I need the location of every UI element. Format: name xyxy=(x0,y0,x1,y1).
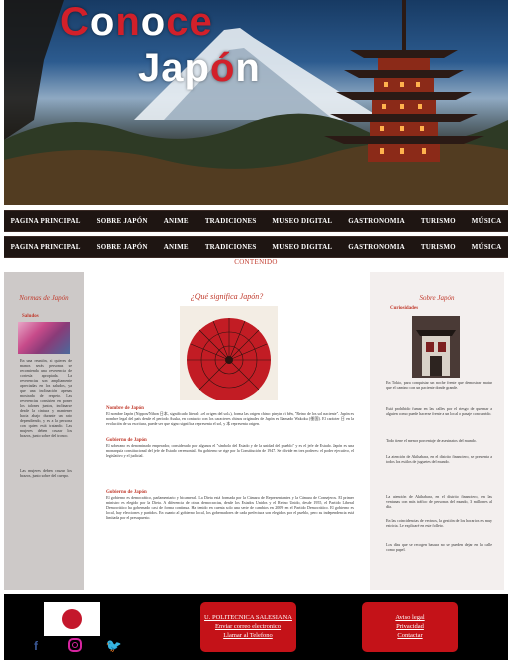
section-heading: CONTENIDO xyxy=(234,258,278,266)
nav2-item-about[interactable]: SOBRE JAPÓN xyxy=(89,243,156,251)
contact-box: U. POLITECNICA SALESIANA Enviar correo e… xyxy=(200,602,296,652)
main-nav: PAGINA PRINCIPAL SOBRE JAPÓN ANIME TRADI… xyxy=(4,210,508,232)
nav-item-home[interactable]: PAGINA PRINCIPAL xyxy=(3,217,89,225)
left-sidebar-text-2: Las mujeres deben cruzar los brazos, jun… xyxy=(20,468,72,478)
umbrella-illustration xyxy=(180,306,278,400)
instagram-lens xyxy=(72,642,78,648)
nav-item-anime[interactable]: ANIME xyxy=(156,217,197,225)
main-content: ¿Qué significa Japón? Nombre de Japón El… xyxy=(88,272,366,590)
nav2-item-tourism[interactable]: TURISMO xyxy=(413,243,464,251)
instagram-icon[interactable] xyxy=(68,638,82,652)
nav-item-about[interactable]: SOBRE JAPÓN xyxy=(89,217,156,225)
phone-link[interactable]: Llamar al Telefono xyxy=(223,632,273,640)
right-sidebar-subtitle: Curiosidades xyxy=(390,306,419,311)
section-paragraph-government-2: El gobierno es democrático, parlamentari… xyxy=(106,495,354,520)
nav-item-gastronomy[interactable]: GASTRONOMIA xyxy=(340,217,413,225)
right-sidebar-title: Sobre Japón xyxy=(419,294,455,302)
ups-link[interactable]: U. POLITECNICA SALESIANA xyxy=(204,614,292,622)
right-fact-4: La atención de Akihabara, en el distrito… xyxy=(386,454,492,464)
japan-flag xyxy=(44,602,100,636)
nav2-item-traditions[interactable]: TRADICIONES xyxy=(197,243,265,251)
left-sidebar-text: En una reunión, si quieres de manos será… xyxy=(20,358,72,438)
nav2-item-anime[interactable]: ANIME xyxy=(156,243,197,251)
right-sidebar: Sobre Japón Curiosidades En Tokio, para … xyxy=(370,272,504,590)
shrine-image xyxy=(412,316,460,378)
section-paragraph-name: El nombre Japón (Nippon/Nihon 日本, signif… xyxy=(106,411,354,426)
main-title: ¿Qué significa Japón? xyxy=(190,292,264,301)
facebook-icon[interactable]: f xyxy=(28,638,44,654)
contact-link[interactable]: Contactar xyxy=(397,632,422,640)
right-fact-3: Todo tiene el menor porcentaje de asesin… xyxy=(386,438,477,443)
email-link[interactable]: Enviar correo electronico xyxy=(215,623,281,631)
nav-item-museum[interactable]: MUSEO DIGITAL xyxy=(264,217,340,225)
right-fact-6: En las coincidencias de vecinos, la gest… xyxy=(386,518,492,528)
legal-link[interactable]: Aviso legal xyxy=(395,614,424,622)
hero-title-line2: Japón xyxy=(138,46,261,90)
shrine-illustration xyxy=(412,316,460,378)
nav-item-traditions[interactable]: TRADICIONES xyxy=(197,217,265,225)
twitter-icon[interactable]: 🐦 xyxy=(106,638,122,654)
left-sidebar-title: Normas de Japón xyxy=(19,294,69,302)
section-japan-name: Nombre de Japón El nombre Japón (Nippon/… xyxy=(106,406,354,426)
right-fact-7: Los días que se recogen basura no se pue… xyxy=(386,542,492,552)
legal-box: Aviso legal Privacidad Contactar xyxy=(362,602,458,652)
right-fact-1: En Tokio, para conquistar un noche frent… xyxy=(386,380,492,390)
section-government-2: Gobierno de Japón El gobierno es democrá… xyxy=(106,490,354,520)
section-government-1: Gobierno de Japón El soberano es denomin… xyxy=(106,438,354,458)
secondary-nav: PAGINA PRINCIPAL SOBRE JAPÓN ANIME TRADI… xyxy=(4,236,508,258)
nav2-item-home[interactable]: PAGINA PRINCIPAL xyxy=(3,243,89,251)
left-sidebar-subtitle: Saludos xyxy=(22,314,39,319)
privacy-link[interactable]: Privacidad xyxy=(396,623,424,631)
nav-item-music[interactable]: MÚSICA xyxy=(464,217,510,225)
nav2-item-music[interactable]: MÚSICA xyxy=(464,243,510,251)
section-paragraph-government-1: El soberano es denominado emperador, con… xyxy=(106,443,354,458)
nav2-item-museum[interactable]: MUSEO DIGITAL xyxy=(264,243,340,251)
right-fact-2: Está prohibido fumar en las calles por e… xyxy=(386,406,492,416)
hero-title-line1: Conoce xyxy=(60,0,213,44)
footer: f 🐦 U. POLITECNICA SALESIANA Enviar corr… xyxy=(4,594,508,660)
cherry-blossom-image xyxy=(18,322,70,354)
umbrella-image xyxy=(180,306,278,400)
left-sidebar: Normas de Japón Saludos En una reunión, … xyxy=(4,272,84,590)
hero-banner: Conoce Japón xyxy=(4,0,508,205)
nav-item-tourism[interactable]: TURISMO xyxy=(413,217,464,225)
right-fact-5: La atención de Akihabara, en el distrito… xyxy=(386,494,492,509)
nav2-item-gastronomy[interactable]: GASTRONOMIA xyxy=(340,243,413,251)
flag-sun xyxy=(62,609,82,629)
